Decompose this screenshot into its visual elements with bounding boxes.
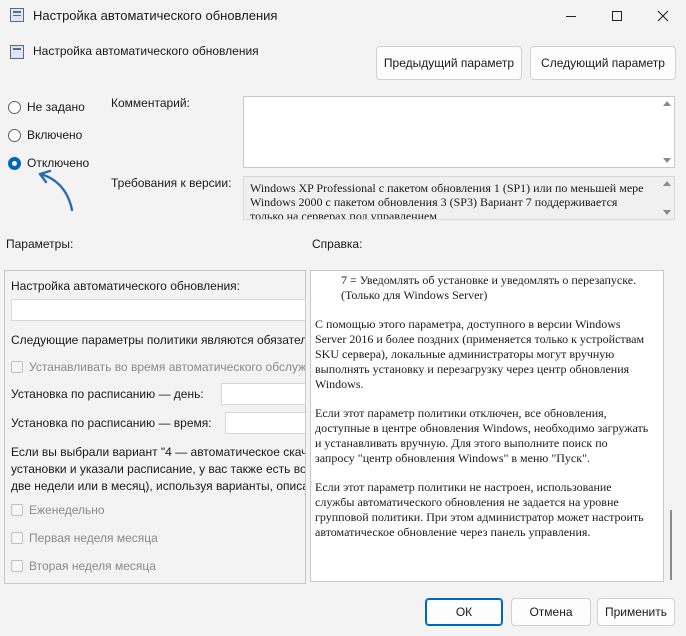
requirements-text: Windows XP Professional с пакетом обновл… (250, 181, 644, 220)
radio-enabled[interactable]: Включено (8, 126, 82, 144)
help-panel[interactable]: 7 = Уведомлять об установке и уведомлять… (310, 270, 664, 582)
policy-icon (10, 8, 24, 22)
params-section-label: Параметры: (6, 237, 74, 251)
close-icon (657, 10, 669, 22)
radio-label: Включено (27, 128, 83, 142)
variant-note-line1: Если вы выбрали вариант "4 — автоматичес… (11, 445, 306, 459)
requirements-label: Требования к версии: (111, 176, 232, 190)
maximize-icon (612, 11, 622, 21)
minimize-icon (566, 16, 576, 17)
checkbox-label: Еженедельно (29, 503, 105, 517)
previous-setting-button[interactable]: Предыдущий параметр (376, 46, 522, 80)
checkbox-label: Первая неделя месяца (29, 531, 158, 545)
variant-note-line2: установки и указали расписание, у вас та… (11, 462, 306, 476)
help-paragraph: 7 = Уведомлять об установке и уведомлять… (341, 273, 637, 302)
policy-note: Следующие параметры политики являются об… (11, 333, 306, 347)
checkbox-box[interactable] (11, 361, 23, 373)
comment-label: Комментарий: (111, 96, 190, 110)
scroll-up-icon[interactable] (663, 181, 671, 186)
scroll-down-icon[interactable] (663, 210, 671, 215)
window-title: Настройка автоматического обновления (33, 8, 278, 23)
requirements-box: Windows XP Professional с пакетом обновл… (243, 176, 675, 220)
title-bar: Настройка автоматического обновления (0, 0, 686, 32)
update-mode-select[interactable] (11, 299, 305, 321)
help-paragraph: Если этот параметр политики отключен, вс… (315, 406, 649, 465)
cancel-button[interactable]: Отмена (511, 598, 591, 626)
params-title: Настройка автоматического обновления: (11, 279, 240, 293)
apply-button[interactable]: Применить (597, 598, 675, 626)
help-section-label: Справка: (312, 237, 363, 251)
checkbox-box[interactable] (11, 504, 23, 516)
radio-label: Не задано (27, 100, 85, 114)
radio-indicator[interactable] (8, 128, 21, 142)
schedule-day-select[interactable] (221, 383, 305, 405)
maximize-button[interactable] (594, 0, 640, 32)
checkbox-box[interactable] (11, 532, 23, 544)
comment-field[interactable] (243, 96, 675, 168)
next-setting-button[interactable]: Следующий параметр (530, 46, 676, 80)
radio-indicator-selected[interactable] (8, 156, 21, 170)
help-paragraph: С помощью этого параметра, доступного в … (315, 317, 645, 391)
requirements-scrollbar[interactable] (660, 177, 674, 219)
radio-not-configured[interactable]: Не задано (8, 98, 85, 116)
minimize-button[interactable] (548, 0, 594, 32)
close-button[interactable] (640, 0, 686, 32)
policy-setting-icon (10, 45, 24, 59)
schedule-time-label: Установка по расписанию — время: (11, 416, 212, 430)
params-panel[interactable]: Настройка автоматического обновления: Сл… (4, 270, 306, 584)
radio-indicator[interactable] (8, 100, 21, 114)
help-paragraph: Если этот параметр политики не настроен,… (315, 480, 644, 539)
second-week-checkbox[interactable]: Вторая неделя месяца (11, 559, 156, 573)
help-scrollbar-thumb[interactable] (670, 510, 672, 580)
install-during-maintenance-checkbox[interactable]: Устанавливать во время автоматического о… (11, 360, 306, 374)
variant-note-line3: две недели или в месяц), используя вариа… (11, 479, 306, 493)
checkbox-box[interactable] (11, 560, 23, 572)
checkbox-label: Устанавливать во время автоматического о… (29, 360, 306, 374)
checkbox-label: Вторая неделя месяца (29, 559, 156, 573)
scroll-up-icon[interactable] (663, 101, 671, 106)
first-week-checkbox[interactable]: Первая неделя месяца (11, 531, 158, 545)
ok-button[interactable]: ОК (425, 598, 503, 626)
comment-scrollbar[interactable] (660, 97, 674, 167)
scroll-down-icon[interactable] (663, 158, 671, 163)
schedule-time-select[interactable] (225, 412, 305, 434)
weekly-checkbox[interactable]: Еженедельно (11, 503, 105, 517)
setting-title: Настройка автоматического обновления (33, 44, 259, 58)
schedule-day-label: Установка по расписанию — день: (11, 387, 204, 401)
annotation-arrow-icon (38, 169, 74, 212)
